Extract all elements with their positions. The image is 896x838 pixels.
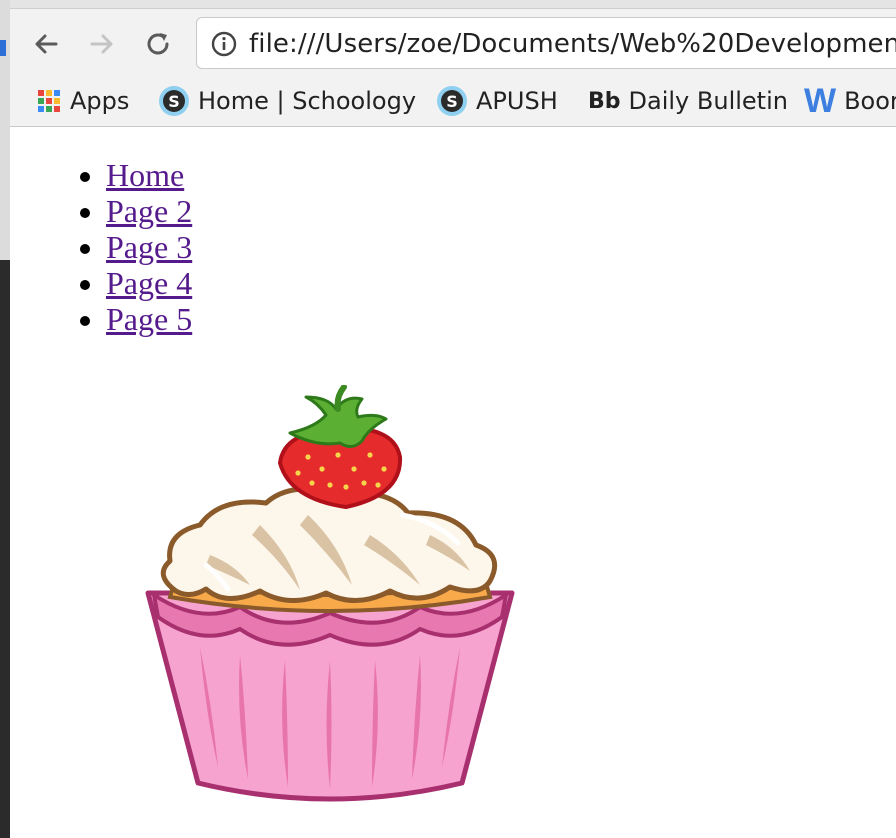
- nav-list-item: Page 5: [106, 301, 192, 337]
- nav-list-item: Page 2: [106, 193, 192, 229]
- nav-list-item: Home: [106, 157, 192, 193]
- info-icon[interactable]: [211, 31, 237, 57]
- bookmark-boor[interactable]: W Boor: [804, 81, 896, 120]
- nav-list-item: Page 3: [106, 229, 192, 265]
- bookmarks-bar: Apps S Home | Schoology S APUSH Bb Daily…: [10, 76, 896, 127]
- bookmark-label: Daily Bulletin: [628, 87, 788, 115]
- schoology-icon: S: [436, 85, 468, 117]
- nav-list-item: Page 4: [106, 265, 192, 301]
- bb-icon: Bb: [588, 88, 621, 114]
- schoology-icon: S: [158, 85, 190, 117]
- background-window-strip: [0, 0, 10, 838]
- svg-text:S: S: [446, 92, 458, 111]
- forward-button[interactable]: [84, 26, 120, 62]
- tab-strip: [10, 0, 896, 9]
- apps-grid-icon: [36, 88, 62, 114]
- reload-button[interactable]: [140, 26, 176, 62]
- bookmark-label: Boor: [844, 87, 896, 115]
- bookmark-label: APUSH: [476, 87, 558, 115]
- bookmark-apush[interactable]: S APUSH: [436, 84, 558, 118]
- bookmark-daily-bulletin[interactable]: Bb Daily Bulletin: [588, 84, 788, 118]
- bookmark-label: Apps: [70, 87, 130, 115]
- bookmark-apps[interactable]: Apps: [36, 84, 129, 118]
- back-button[interactable]: [28, 26, 64, 62]
- back-arrow-icon: [35, 34, 58, 54]
- nav-list: Home Page 2 Page 3 Page 4 Page 5: [106, 157, 192, 337]
- address-bar[interactable]: file:///Users/zoe/Documents/Web%20Develo…: [196, 17, 896, 69]
- svg-text:S: S: [168, 92, 180, 111]
- bookmark-home-schoology[interactable]: S Home | Schoology: [158, 84, 416, 118]
- browser-toolbar: file:///Users/zoe/Documents/Web%20Develo…: [10, 0, 896, 76]
- cupcake-image: [145, 385, 515, 802]
- nav-link-page-4[interactable]: Page 4: [106, 265, 192, 301]
- nav-link-page-5[interactable]: Page 5: [106, 301, 192, 337]
- nav-link-page-3[interactable]: Page 3: [106, 229, 192, 265]
- nav-link-page-2[interactable]: Page 2: [106, 193, 192, 229]
- w-icon: W: [804, 81, 837, 120]
- bookmark-label: Home | Schoology: [198, 87, 417, 115]
- reload-icon: [147, 33, 169, 55]
- browser-window: file:///Users/zoe/Documents/Web%20Develo…: [10, 0, 896, 838]
- page-content: Home Page 2 Page 3 Page 4 Page 5: [10, 127, 896, 838]
- forward-arrow-icon: [90, 34, 113, 54]
- nav-link-home[interactable]: Home: [106, 157, 184, 193]
- url-text[interactable]: file:///Users/zoe/Documents/Web%20Develo…: [249, 29, 896, 59]
